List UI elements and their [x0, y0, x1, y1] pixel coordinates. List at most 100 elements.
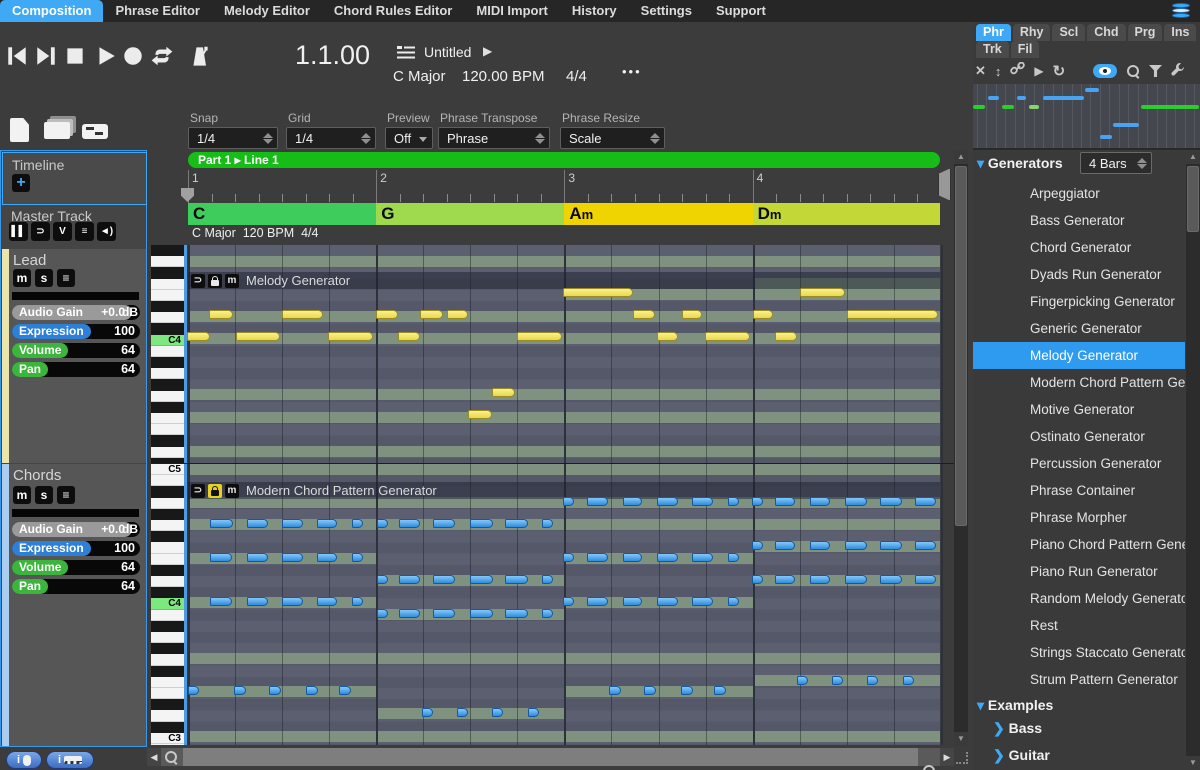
expand-all-icon[interactable]: ↕ [995, 64, 1002, 79]
melody-note[interactable] [420, 310, 443, 319]
snap-dropdown[interactable]: 1/4 [188, 127, 278, 149]
part-bar[interactable]: Part 1 ▸ Line 1 [188, 152, 940, 168]
melody-note[interactable] [775, 332, 797, 341]
white-key[interactable] [151, 677, 184, 688]
generator-item-modern-chord-pattern-generator[interactable]: Modern Chord Pattern Generator [973, 369, 1185, 396]
white-key[interactable] [151, 413, 184, 424]
menu-tab-midi-import[interactable]: MIDI Import [464, 0, 560, 22]
chord-note[interactable] [306, 686, 318, 695]
param-row-expression[interactable]: Expression100 [12, 541, 140, 556]
white-key[interactable] [151, 290, 184, 301]
melody-note[interactable] [705, 332, 750, 341]
chord-note[interactable] [623, 553, 642, 562]
melody-note[interactable] [282, 310, 323, 319]
phrase-transpose-dropdown[interactable]: Phrase [438, 127, 550, 149]
white-key[interactable] [151, 744, 184, 745]
solo-button[interactable]: s [35, 269, 53, 287]
chord-note[interactable] [505, 519, 528, 528]
generator-item-bass-generator[interactable]: Bass Generator [973, 207, 1185, 234]
chord-note[interactable] [880, 497, 902, 506]
record-button[interactable] [121, 44, 145, 68]
melody-note[interactable] [657, 332, 678, 341]
tab-ins[interactable]: Ins [1164, 24, 1196, 41]
melody-note[interactable] [468, 410, 492, 419]
chord-note[interactable] [775, 497, 795, 506]
chord-note[interactable] [433, 609, 455, 618]
chord-note[interactable] [377, 609, 388, 618]
chord-note[interactable] [657, 597, 678, 606]
more-options-button[interactable]: ••• [622, 64, 642, 79]
chord-note[interactable] [210, 597, 232, 606]
skip-to-start-button[interactable] [5, 44, 29, 68]
generator-item-ostinato-generator[interactable]: Ostinato Generator [973, 423, 1185, 450]
menu-tab-history[interactable]: History [560, 0, 629, 22]
chord-note[interactable] [903, 676, 914, 685]
generator-item-fingerpicking-generator[interactable]: Fingerpicking Generator [973, 288, 1185, 315]
melody-note[interactable] [209, 310, 233, 319]
chord-note[interactable] [915, 497, 936, 506]
chord-block-g[interactable]: G [376, 203, 564, 225]
chord-note[interactable] [657, 553, 678, 562]
tab-chd[interactable]: Chd [1087, 24, 1125, 41]
black-key[interactable] [151, 587, 184, 598]
param-row-volume[interactable]: Volume64 [12, 560, 140, 575]
add-part-button[interactable]: + [12, 174, 30, 192]
generators-header[interactable]: ▾ Generators [977, 155, 1063, 172]
chord-note[interactable] [832, 676, 843, 685]
melody-note[interactable] [236, 332, 280, 341]
generator-item-rest[interactable]: Rest [973, 612, 1185, 639]
timeline-ruler[interactable]: 1234 [147, 170, 955, 203]
chord-note[interactable] [810, 497, 830, 506]
generator-item-melody-generator[interactable]: Melody Generator [973, 342, 1185, 369]
chord-block-c[interactable]: C [188, 203, 376, 225]
chord-note[interactable] [845, 575, 867, 584]
mute-button[interactable]: m [13, 486, 31, 504]
white-key[interactable] [151, 520, 184, 531]
example-item-bass[interactable]: ❯ Bass [993, 720, 1042, 737]
chord-note[interactable] [247, 519, 268, 528]
chord-note[interactable] [282, 519, 303, 528]
chord-note[interactable] [269, 686, 281, 695]
list-vertical-scrollbar[interactable]: ▲ ▼ [1186, 150, 1200, 770]
chord-note[interactable] [692, 497, 713, 506]
chord-note[interactable] [623, 597, 642, 606]
param-row-audio-gain[interactable]: Audio Gain+0.0dB [12, 305, 140, 320]
list-scroll-thumb[interactable] [1187, 166, 1199, 232]
white-key[interactable] [151, 279, 184, 290]
chord-note[interactable] [587, 597, 608, 606]
time-signature-display[interactable]: 4/4 [566, 68, 587, 85]
list-scroll-up-button[interactable]: ▲ [1186, 150, 1200, 164]
chord-note[interactable] [728, 497, 739, 506]
chord-note[interactable] [433, 575, 455, 584]
piano-keyboard-chords[interactable]: C5C4C3 [151, 464, 184, 745]
chord-note[interactable] [752, 497, 763, 506]
phrase-preview[interactable] [973, 84, 1200, 148]
generator-item-dyads-run-generator[interactable]: Dyads Run Generator [973, 261, 1185, 288]
chord-note[interactable] [234, 686, 246, 695]
scroll-track-thumb[interactable] [183, 748, 918, 766]
link-icon[interactable] [1010, 62, 1025, 81]
chord-block-dm[interactable]: Dm [753, 203, 940, 225]
skip-to-end-button[interactable] [34, 44, 58, 68]
melody-note[interactable] [187, 332, 210, 341]
chord-note[interactable] [915, 541, 936, 550]
eye-icon[interactable] [1093, 64, 1117, 78]
chord-note[interactable] [352, 553, 363, 562]
generator-item-motive-generator[interactable]: Motive Generator [973, 396, 1185, 423]
generator-item-arpeggiator[interactable]: Arpeggiator [973, 180, 1185, 207]
examples-header[interactable]: ▾ Examples [977, 697, 1053, 714]
menu-tab-chord-rules-editor[interactable]: Chord Rules Editor [322, 0, 464, 22]
generator-item-strum-pattern-generator[interactable]: Strum Pattern Generator [973, 666, 1185, 693]
chord-note[interactable] [317, 553, 337, 562]
piano-icon[interactable]: ▌▌ [9, 222, 28, 241]
chord-note[interactable] [752, 575, 763, 584]
chord-note[interactable] [714, 686, 726, 695]
generator-item-generic-generator[interactable]: Generic Generator [973, 315, 1185, 342]
melody-note[interactable] [447, 310, 468, 319]
chord-note[interactable] [775, 541, 795, 550]
file-stack-icon[interactable] [44, 122, 70, 139]
chord-note[interactable] [399, 575, 420, 584]
white-key[interactable] [151, 710, 184, 721]
preview-dropdown[interactable]: Off [385, 127, 433, 149]
tab-scl[interactable]: Scl [1052, 24, 1085, 41]
